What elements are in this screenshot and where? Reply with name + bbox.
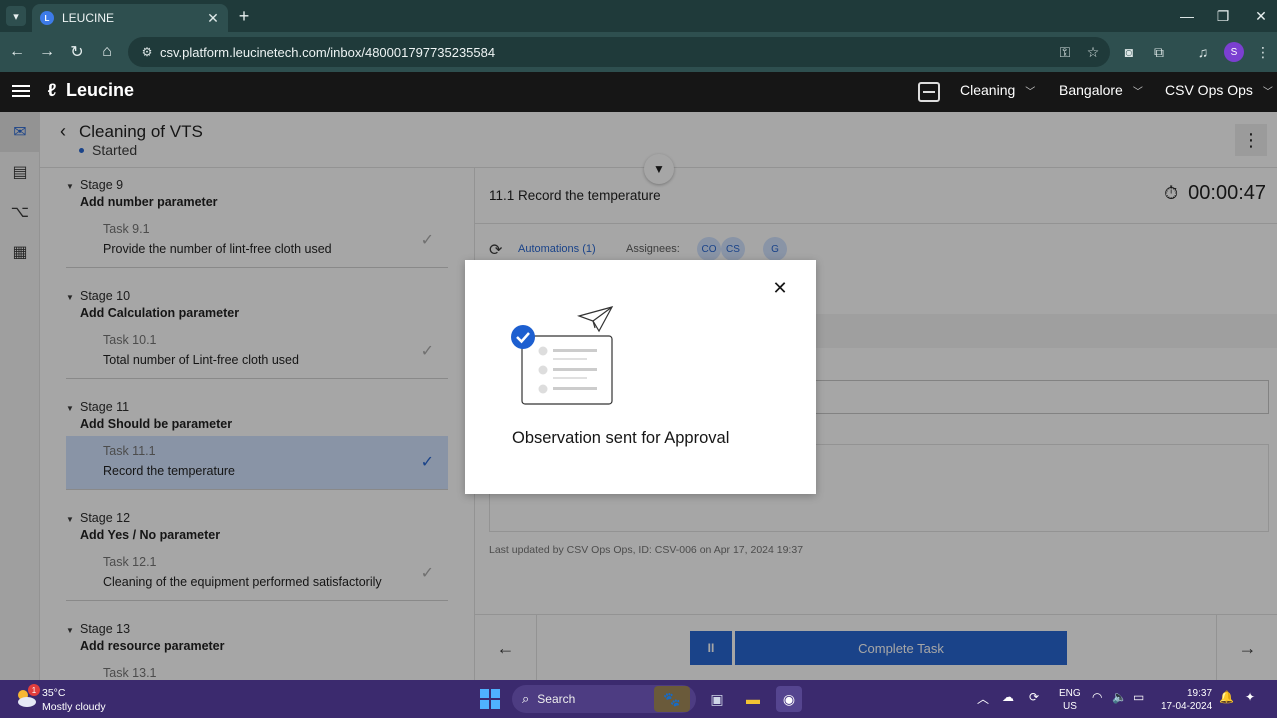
restore-icon[interactable]: ❐ [1208, 4, 1238, 28]
chevron-down-icon: ﹀ [1025, 86, 1036, 98]
weather-description[interactable]: Mostly cloudy [42, 701, 106, 713]
brand-name: Leucine [66, 80, 135, 100]
browser-toolbar: ← → ↻ ⌂ ⚙ csv.platform.leucinetech.com/i… [0, 32, 1277, 72]
user-dropdown[interactable]: CSV Ops Ops ﹀ [1165, 82, 1273, 98]
onedrive-cloud-icon[interactable]: ☁ [1002, 690, 1014, 704]
new-tab-plus-icon[interactable]: + [234, 6, 254, 26]
site-info-icon[interactable]: ⚙ [136, 41, 158, 63]
facility-label: Bangalore [1059, 82, 1123, 98]
hamburger-menu-icon[interactable] [12, 82, 30, 100]
minimize-icon[interactable]: — [1172, 4, 1202, 28]
reload-icon[interactable]: ↻ [66, 41, 88, 63]
forward-arrow-icon[interactable]: → [36, 41, 58, 63]
clock-time[interactable]: 19:37 [1187, 688, 1212, 699]
app-header: ℓ Leucine Cleaning ﹀ Bangalore ﹀ CSV Ops O… [0, 72, 1277, 112]
chrome-icon[interactable]: ◉ [776, 686, 802, 712]
task-view-icon[interactable]: ▣ [704, 686, 730, 712]
profile-avatar[interactable]: S [1224, 42, 1244, 62]
chevron-down-icon: ﹀ [1132, 86, 1143, 98]
close-window-icon[interactable]: ✕ [1246, 4, 1276, 28]
tray-chevron-up-icon[interactable]: ︿ [977, 690, 989, 707]
battery-icon[interactable]: ▭ [1133, 690, 1144, 704]
search-highlight-icon[interactable]: 🐾 [654, 686, 690, 712]
browser-tab[interactable]: L LEUCINE ✕ [32, 4, 228, 32]
media-control-icon[interactable]: ♫ [1192, 41, 1214, 63]
search-icon: ⌕ [522, 691, 530, 706]
bookmark-star-icon[interactable]: ☆ [1082, 41, 1104, 63]
close-icon[interactable]: ✕ [770, 278, 790, 298]
tab-search-chevron-icon[interactable]: ▾ [6, 6, 26, 26]
address-bar[interactable]: ⚙ csv.platform.leucinetech.com/inbox/480… [128, 37, 1110, 67]
windows-start-icon[interactable] [480, 689, 500, 709]
url-text[interactable]: csv.platform.leucinetech.com/inbox/48000… [160, 45, 1054, 60]
camera-extension-icon[interactable]: ◙ [1118, 41, 1140, 63]
back-arrow-icon[interactable]: ← [6, 41, 28, 63]
language-primary[interactable]: ENG [1059, 688, 1081, 699]
approval-modal: ✕ Observation sent for Approval [465, 260, 816, 494]
tab-favicon-icon: L [40, 11, 54, 25]
chevron-down-icon: ﹀ [1262, 86, 1273, 98]
facility-dropdown[interactable]: Bangalore ﹀ [1059, 82, 1143, 98]
wifi-icon[interactable]: ◠ [1092, 690, 1102, 704]
sync-icon[interactable]: ⟳ [1029, 690, 1039, 704]
browser-tab-bar: ▾ L LEUCINE ✕ + — ❐ ✕ [0, 0, 1277, 32]
user-label: CSV Ops Ops [1165, 82, 1253, 98]
notification-bell-icon[interactable]: 🔔 [1219, 690, 1234, 704]
extensions-puzzle-icon[interactable]: ⧉ [1148, 41, 1170, 63]
volume-icon[interactable]: 🔈 [1112, 690, 1127, 704]
weather-badge: 1 [28, 684, 40, 696]
password-key-icon[interactable]: ⚿ [1054, 41, 1076, 63]
scan-icon[interactable] [918, 82, 940, 102]
search-label: Search [537, 692, 576, 706]
tab-title: LEUCINE [62, 11, 115, 25]
browser-menu-icon[interactable]: ⋮ [1252, 41, 1274, 63]
file-explorer-icon[interactable]: ▬ [740, 686, 766, 712]
leucine-logo-icon: ℓ [47, 80, 57, 100]
sent-document-illustration-icon [511, 306, 614, 405]
home-icon[interactable]: ⌂ [96, 41, 118, 63]
brand: ℓ Leucine [42, 80, 134, 101]
weather-temperature[interactable]: 35°C [42, 687, 65, 699]
modal-message: Observation sent for Approval [512, 429, 730, 447]
windows-taskbar: 1 35°C Mostly cloudy ⌕ Search 🐾 ▣ ▬ ◉ ︿ … [0, 680, 1277, 718]
clock-date[interactable]: 17-04-2024 [1161, 701, 1212, 712]
tab-close-icon[interactable]: ✕ [204, 9, 222, 27]
language-secondary[interactable]: US [1063, 701, 1077, 712]
copilot-icon[interactable]: ✦ [1245, 690, 1255, 704]
use-case-dropdown[interactable]: Cleaning ﹀ [960, 82, 1035, 98]
use-case-label: Cleaning [960, 82, 1016, 98]
